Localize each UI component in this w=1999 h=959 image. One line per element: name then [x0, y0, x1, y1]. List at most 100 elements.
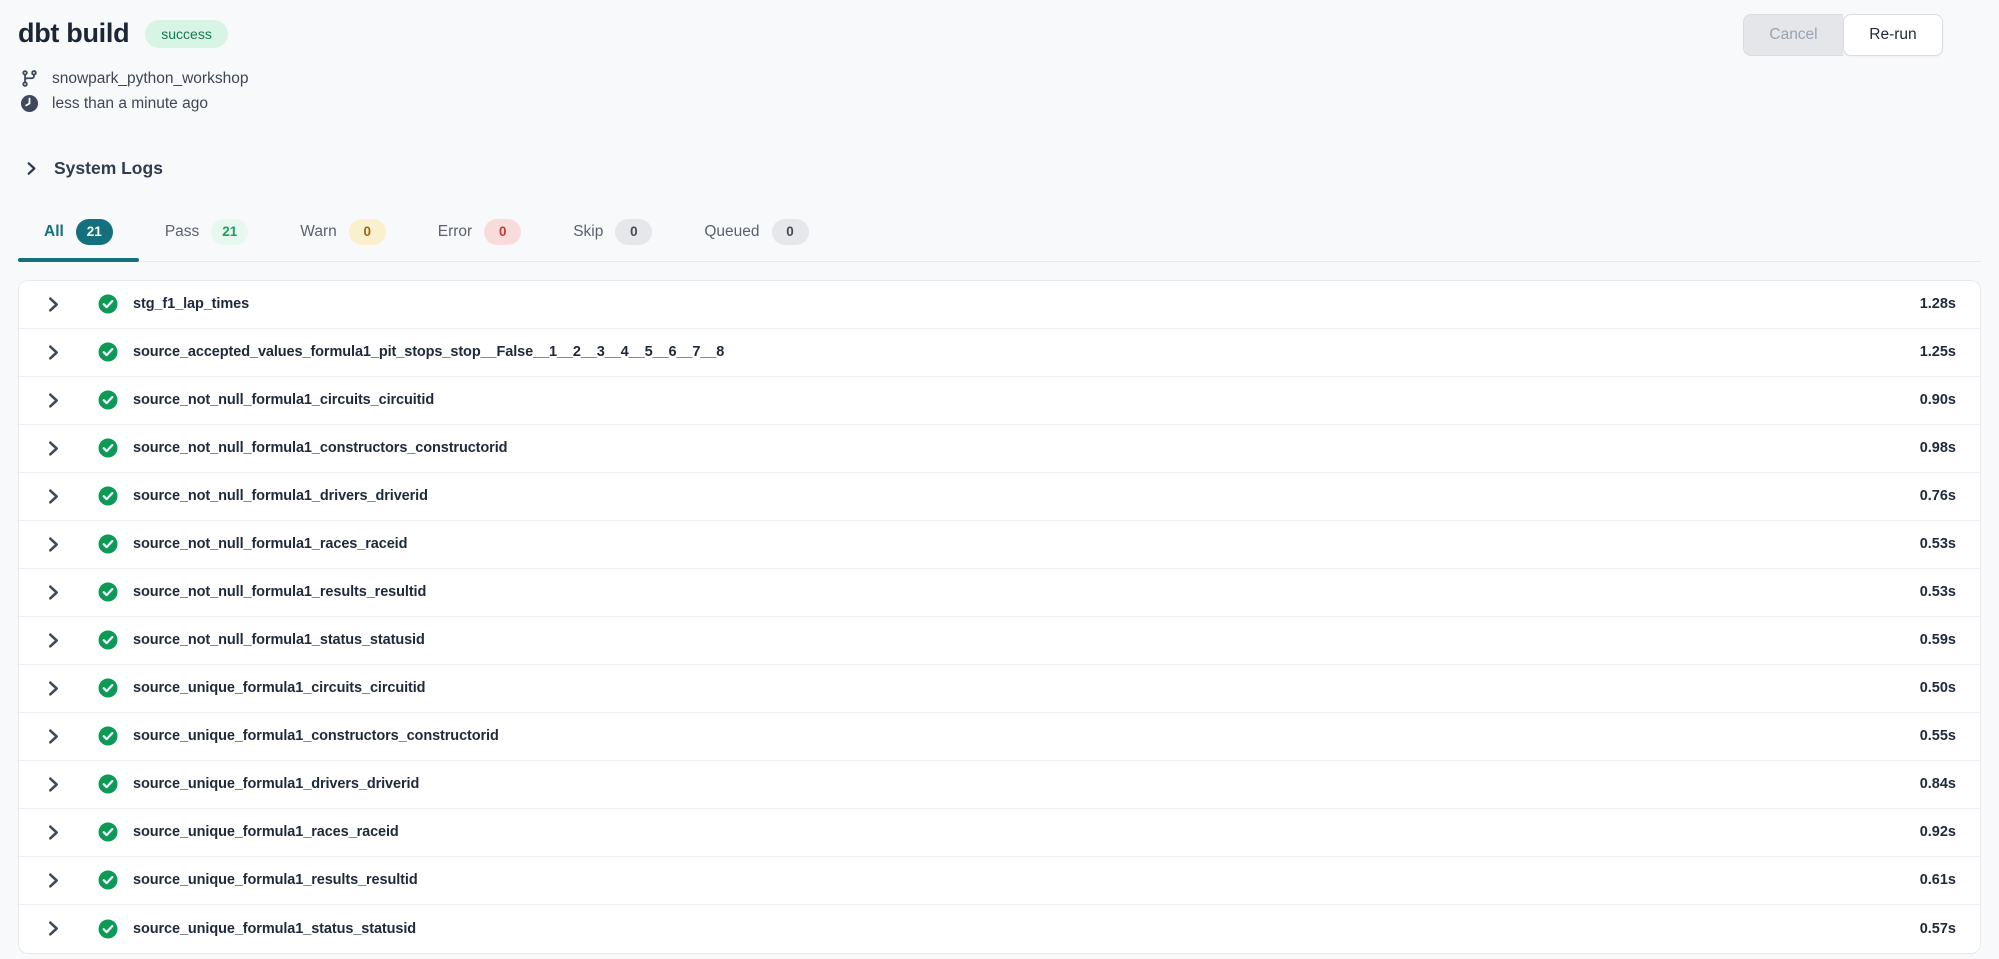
node-duration: 0.59s [1920, 632, 1956, 648]
tab-all[interactable]: All 21 [18, 207, 139, 261]
tab-count-badge: 21 [211, 219, 248, 245]
success-check-icon [98, 822, 118, 842]
node-name: source_not_null_formula1_status_statusid [133, 632, 425, 648]
node-duration: 0.98s [1920, 440, 1956, 456]
node-duration: 1.28s [1920, 296, 1956, 312]
success-check-icon [98, 582, 118, 602]
node-duration: 0.55s [1920, 728, 1956, 744]
expand-chevron-icon[interactable] [45, 680, 62, 697]
cancel-button[interactable]: Cancel [1743, 14, 1843, 56]
clock-icon [20, 94, 39, 113]
node-name: source_not_null_formula1_results_resulti… [133, 584, 426, 600]
node-duration: 0.57s [1920, 921, 1956, 937]
expand-chevron-icon[interactable] [45, 776, 62, 793]
expand-chevron-icon[interactable] [45, 440, 62, 457]
result-row: source_unique_formula1_results_resultid … [19, 857, 1980, 905]
expand-chevron-icon[interactable] [45, 872, 62, 889]
expand-chevron-icon[interactable] [45, 344, 62, 361]
tab-skip[interactable]: Skip 0 [547, 207, 678, 261]
run-actions: Cancel Re-run [1743, 14, 1943, 56]
node-name: source_unique_formula1_status_statusid [133, 921, 416, 937]
expand-chevron-icon[interactable] [45, 632, 62, 649]
result-row: stg_f1_lap_times 1.28s [19, 281, 1980, 329]
result-row: source_unique_formula1_races_raceid 0.92… [19, 809, 1980, 857]
expand-chevron-icon[interactable] [45, 488, 62, 505]
chevron-right-icon [24, 161, 39, 176]
result-row: source_accepted_values_formula1_pit_stop… [19, 329, 1980, 377]
node-name: source_unique_formula1_constructors_cons… [133, 728, 499, 744]
expand-chevron-icon[interactable] [45, 584, 62, 601]
success-check-icon [98, 534, 118, 554]
expand-chevron-icon[interactable] [45, 728, 62, 745]
git-branch-icon [20, 69, 39, 88]
page-title: dbt build [18, 18, 129, 49]
result-row: source_not_null_formula1_constructors_co… [19, 425, 1980, 473]
node-name: source_unique_formula1_circuits_circuiti… [133, 680, 425, 696]
result-row: source_not_null_formula1_races_raceid 0.… [19, 521, 1980, 569]
success-check-icon [98, 630, 118, 650]
node-name: source_unique_formula1_races_raceid [133, 824, 399, 840]
tab-pass[interactable]: Pass 21 [139, 207, 274, 261]
tab-label: All [44, 223, 64, 241]
result-row: source_not_null_formula1_status_statusid… [19, 617, 1980, 665]
success-check-icon [98, 919, 118, 939]
node-duration: 0.50s [1920, 680, 1956, 696]
tab-label: Pass [165, 223, 199, 241]
system-logs-label: System Logs [54, 158, 163, 179]
branch-row: snowpark_python_workshop [20, 66, 1981, 91]
tab-count-badge: 0 [484, 219, 521, 245]
success-check-icon [98, 678, 118, 698]
tab-count-badge: 21 [76, 219, 113, 245]
expand-chevron-icon[interactable] [45, 392, 62, 409]
success-check-icon [98, 390, 118, 410]
tab-label: Error [438, 223, 472, 241]
success-check-icon [98, 870, 118, 890]
result-row: source_unique_formula1_status_statusid 0… [19, 905, 1980, 953]
tab-count-badge: 0 [615, 219, 652, 245]
branch-name: snowpark_python_workshop [52, 70, 248, 88]
node-name: source_not_null_formula1_constructors_co… [133, 440, 507, 456]
node-name: source_unique_formula1_drivers_driverid [133, 776, 419, 792]
header: dbt build success Cancel Re-run [18, 14, 1981, 56]
expand-chevron-icon[interactable] [45, 824, 62, 841]
tab-error[interactable]: Error 0 [412, 207, 547, 261]
node-duration: 1.25s [1920, 344, 1956, 360]
node-duration: 0.76s [1920, 488, 1956, 504]
expand-chevron-icon[interactable] [45, 296, 62, 313]
node-duration: 0.53s [1920, 536, 1956, 552]
system-logs-toggle[interactable]: System Logs [24, 158, 1981, 179]
tab-label: Skip [573, 223, 603, 241]
results-list: stg_f1_lap_times 1.28s source_accepted_v… [18, 280, 1981, 954]
node-name: source_unique_formula1_results_resultid [133, 872, 418, 888]
node-duration: 0.92s [1920, 824, 1956, 840]
expand-chevron-icon[interactable] [45, 536, 62, 553]
tab-label: Warn [300, 223, 336, 241]
tab-count-badge: 0 [349, 219, 386, 245]
result-row: source_unique_formula1_constructors_cons… [19, 713, 1980, 761]
result-row: source_not_null_formula1_drivers_driveri… [19, 473, 1980, 521]
node-name: stg_f1_lap_times [133, 296, 249, 312]
node-name: source_accepted_values_formula1_pit_stop… [133, 344, 724, 360]
node-name: source_not_null_formula1_circuits_circui… [133, 392, 434, 408]
success-check-icon [98, 342, 118, 362]
result-row: source_unique_formula1_circuits_circuiti… [19, 665, 1980, 713]
run-meta: snowpark_python_workshop less than a min… [18, 66, 1981, 116]
status-badge: success [145, 20, 228, 48]
node-duration: 0.61s [1920, 872, 1956, 888]
time-row: less than a minute ago [20, 91, 1981, 116]
result-row: source_not_null_formula1_circuits_circui… [19, 377, 1980, 425]
rerun-button[interactable]: Re-run [1843, 14, 1943, 56]
success-check-icon [98, 438, 118, 458]
expand-chevron-icon[interactable] [45, 920, 62, 937]
tab-label: Queued [704, 223, 759, 241]
tab-count-badge: 0 [772, 219, 809, 245]
time-ago: less than a minute ago [52, 95, 208, 113]
tab-warn[interactable]: Warn 0 [274, 207, 411, 261]
node-duration: 0.84s [1920, 776, 1956, 792]
run-detail-page: dbt build success Cancel Re-run snowpark… [0, 0, 1999, 954]
node-duration: 0.53s [1920, 584, 1956, 600]
success-check-icon [98, 294, 118, 314]
tab-queued[interactable]: Queued 0 [678, 207, 834, 261]
success-check-icon [98, 774, 118, 794]
status-tabs: All 21 Pass 21 Warn 0 Error 0 Skip 0 Que… [18, 207, 1981, 262]
